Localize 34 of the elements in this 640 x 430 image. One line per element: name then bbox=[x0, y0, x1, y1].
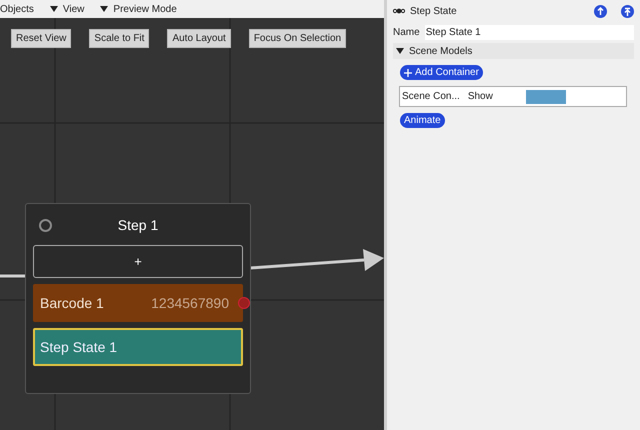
add-button[interactable]: + bbox=[33, 245, 243, 278]
item-label: Step State 1 bbox=[40, 338, 118, 357]
node-title: Step 1 bbox=[118, 216, 158, 235]
connector-line bbox=[0, 273, 25, 279]
section-header[interactable]: Scene Models bbox=[393, 43, 634, 59]
toolbar-button[interactable]: Focus On Selection bbox=[248, 29, 346, 48]
name-field[interactable]: Step State 1 bbox=[424, 25, 634, 40]
toolbar-button[interactable]: Reset View bbox=[11, 29, 72, 48]
arrow-up-bar-icon[interactable] bbox=[621, 4, 634, 18]
scene-name: Scene Con... bbox=[402, 90, 460, 104]
state-item[interactable]: Step State 1 bbox=[33, 328, 243, 366]
menu-item[interactable]: View bbox=[50, 2, 84, 16]
step-node[interactable]: Step 1 + Barcode 1 1234567890 Step State 1 bbox=[25, 203, 251, 394]
scene-action: Show bbox=[468, 90, 494, 104]
scene-row[interactable]: Scene Con... Show bbox=[399, 86, 627, 107]
menu-item[interactable]: Objects bbox=[0, 2, 34, 16]
color-swatch[interactable] bbox=[526, 90, 566, 104]
toolbar-button[interactable]: Scale to Fit bbox=[89, 29, 150, 48]
arrow-up-icon[interactable] bbox=[594, 4, 607, 18]
caret-icon bbox=[100, 6, 108, 12]
barcode-item[interactable]: Barcode 1 1234567890 bbox=[33, 284, 243, 322]
panel-title: Step State bbox=[410, 4, 458, 18]
caret-icon bbox=[50, 6, 58, 12]
barcode-value: 1234567890 bbox=[151, 294, 229, 312]
radio-icon[interactable] bbox=[39, 218, 52, 232]
animate-button[interactable]: Animate bbox=[400, 113, 445, 128]
caret-icon bbox=[396, 48, 404, 54]
menu-item[interactable]: Preview Mode bbox=[100, 2, 177, 16]
toolbar-button[interactable]: Auto Layout bbox=[167, 29, 231, 48]
item-label: Barcode 1 bbox=[40, 294, 104, 312]
plus-icon bbox=[404, 68, 412, 76]
nodes-icon bbox=[393, 8, 405, 14]
add-container-button[interactable]: Add Container bbox=[400, 65, 483, 80]
name-label: Name bbox=[393, 26, 420, 40]
